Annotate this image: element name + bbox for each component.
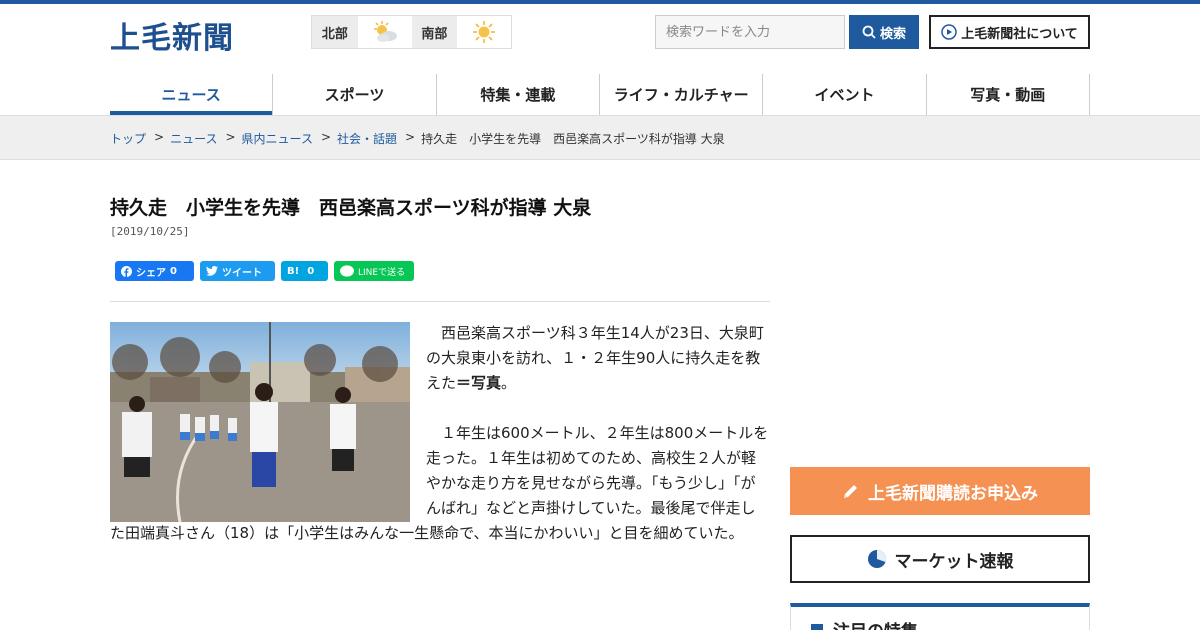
article-headline: 持久走 小学生を先導 西邑楽高スポーツ科が指導 大泉 [110, 197, 592, 219]
site-logo[interactable]: 上毛新聞 [110, 13, 234, 57]
featured-section: 注目の特集 [790, 603, 1090, 630]
breadcrumb-separator: > [154, 130, 165, 144]
pencil-icon [844, 485, 857, 498]
about-company-button[interactable]: 上毛新聞社について [929, 15, 1090, 49]
line-share-label: LINEで送る [358, 267, 406, 278]
nav-item-sports[interactable]: スポーツ [273, 74, 437, 115]
twitter-share-button[interactable]: ツイート [200, 261, 275, 281]
sun-cloud-icon [358, 16, 412, 48]
search-icon [862, 25, 876, 39]
breadcrumb-local-news[interactable]: 県内ニュース [242, 130, 313, 147]
play-circle-icon [941, 24, 957, 40]
article-divider [110, 301, 770, 302]
breadcrumb-top[interactable]: トップ [110, 130, 146, 147]
breadcrumb-news[interactable]: ニュース [170, 130, 217, 147]
breadcrumb-current: 持久走 小学生を先導 西邑楽高スポーツ科が指導 大泉 [421, 132, 725, 146]
line-share-button[interactable]: LINEで送る [334, 261, 414, 281]
facebook-share-label: シェア [136, 267, 166, 279]
subscribe-button[interactable]: 上毛新聞購読お申込み [790, 467, 1090, 515]
weather-region-north: 北部 [312, 16, 358, 48]
nav-item-news[interactable]: ニュース [110, 74, 274, 115]
hatena-bookmark-button[interactable]: B! 0 [281, 261, 328, 281]
featured-section-title: 注目の特集 [811, 617, 918, 630]
square-bullet-icon [811, 623, 823, 630]
hatena-bookmark-label: B! [287, 265, 300, 277]
facebook-icon [121, 265, 132, 277]
share-buttons: シェア 0 ツイート B! 0 LINEで送る [115, 261, 414, 281]
weather-region-south: 南部 [411, 16, 458, 48]
nav-item-events[interactable]: イベント [763, 74, 927, 115]
facebook-share-button[interactable]: シェア 0 [115, 261, 194, 281]
breadcrumb-separator: > [405, 130, 416, 144]
main-nav: ニュース スポーツ 特集・連載 ライフ・カルチャー イベント 写真・動画 [110, 74, 1090, 115]
twitter-bird-icon [206, 266, 218, 276]
nav-item-photo-video[interactable]: 写真・動画 [927, 74, 1090, 115]
breadcrumb-bar: トップ > ニュース > 県内ニュース > 社会・話題 > 持久走 小学生を先導… [0, 115, 1200, 160]
search-button[interactable]: 検索 [849, 15, 919, 49]
weather-widget[interactable]: 北部 南部 [311, 15, 512, 49]
market-report-button[interactable]: マーケット速報 [790, 535, 1090, 583]
article-date: [2019/10/25] [110, 225, 190, 238]
market-report-label: マーケット速報 [894, 551, 1014, 572]
nav-item-life-culture[interactable]: ライフ・カルチャー [600, 74, 764, 115]
about-company-label: 上毛新聞社について [961, 26, 1078, 42]
pie-chart-icon [867, 550, 886, 568]
twitter-share-label: ツイート [222, 267, 262, 279]
breadcrumb-society[interactable]: 社会・話題 [337, 130, 397, 147]
line-icon [340, 264, 354, 277]
subscribe-label: 上毛新聞購読お申込み [868, 483, 1038, 504]
article-body: 西邑楽高スポーツ科３年生14人が23日、大泉町の大泉東小を訪れ、１・２年生90人… [110, 321, 770, 546]
breadcrumb: トップ > ニュース > 県内ニュース > 社会・話題 > 持久走 小学生を先導… [110, 130, 725, 147]
search-button-label: 検索 [879, 26, 906, 42]
sun-icon [457, 16, 511, 48]
breadcrumb-separator: > [225, 130, 236, 144]
facebook-share-count: 0 [170, 265, 177, 277]
breadcrumb-separator: > [320, 130, 332, 144]
site-header: 上毛新聞 北部 南部 検索ワードを入力 検索 上毛新聞社について [0, 4, 1200, 68]
hatena-bookmark-count: 0 [307, 265, 315, 277]
nav-item-features[interactable]: 特集・連載 [437, 74, 600, 115]
search-input[interactable] [655, 15, 845, 49]
